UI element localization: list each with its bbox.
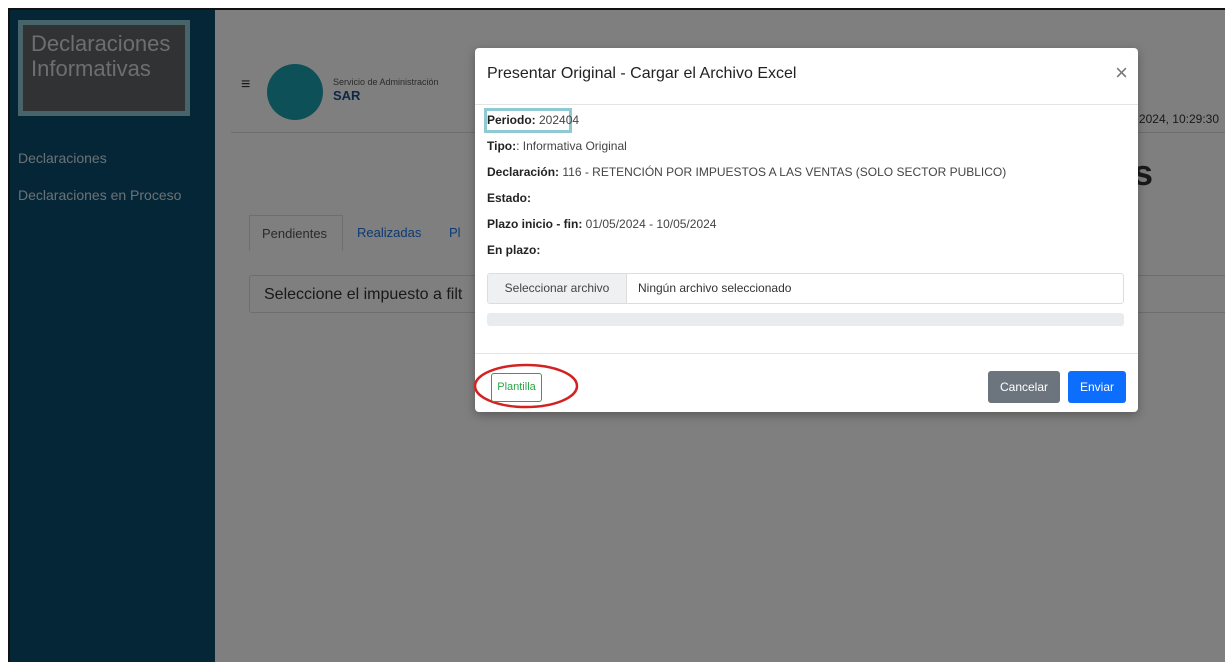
- file-status: Ningún archivo seleccionado: [638, 281, 792, 295]
- field-plazo: Plazo inicio - fin: 01/05/2024 - 10/05/2…: [487, 217, 716, 231]
- field-plazo-label: Plazo inicio - fin:: [487, 217, 583, 231]
- field-en-plazo: En plazo:: [487, 243, 540, 257]
- close-icon[interactable]: ×: [1115, 60, 1128, 86]
- field-en-plazo-label: En plazo:: [487, 243, 541, 257]
- field-declaracion-label: Declaración:: [487, 165, 560, 179]
- select-file-button[interactable]: Seleccionar archivo: [488, 274, 627, 303]
- upload-progress-bar: [487, 313, 1124, 326]
- modal-header: Presentar Original - Cargar el Archivo E…: [475, 48, 1138, 105]
- file-input[interactable]: Seleccionar archivo Ningún archivo selec…: [487, 273, 1124, 304]
- field-declaracion-value: 116 - RETENCIÓN POR IMPUESTOS A LAS VENT…: [559, 165, 1007, 179]
- upload-modal: Presentar Original - Cargar el Archivo E…: [473, 48, 1138, 413]
- field-periodo-label: Periodo:: [487, 113, 536, 127]
- field-estado: Estado:: [487, 191, 531, 205]
- field-tipo: Tipo:: Informativa Original: [487, 139, 627, 153]
- plantilla-button[interactable]: Plantilla: [491, 373, 542, 402]
- send-button[interactable]: Enviar: [1068, 371, 1126, 403]
- cancel-button[interactable]: Cancelar: [988, 371, 1060, 403]
- field-plazo-value: 01/05/2024 - 10/05/2024: [582, 217, 717, 231]
- modal-footer: Plantilla Cancelar Enviar: [473, 353, 1138, 413]
- screen-frame: Declaraciones Informativas Declaraciones…: [8, 8, 1225, 662]
- modal-title: Presentar Original - Cargar el Archivo E…: [487, 65, 797, 82]
- field-declaracion: Declaración: 116 - RETENCIÓN POR IMPUEST…: [487, 165, 1006, 179]
- field-tipo-label: Tipo:: [487, 139, 517, 153]
- field-periodo-value: 202404: [535, 113, 580, 127]
- field-tipo-value: : Informativa Original: [516, 139, 627, 153]
- field-estado-label: Estado:: [487, 191, 532, 205]
- field-periodo: Periodo: 202404: [487, 113, 579, 127]
